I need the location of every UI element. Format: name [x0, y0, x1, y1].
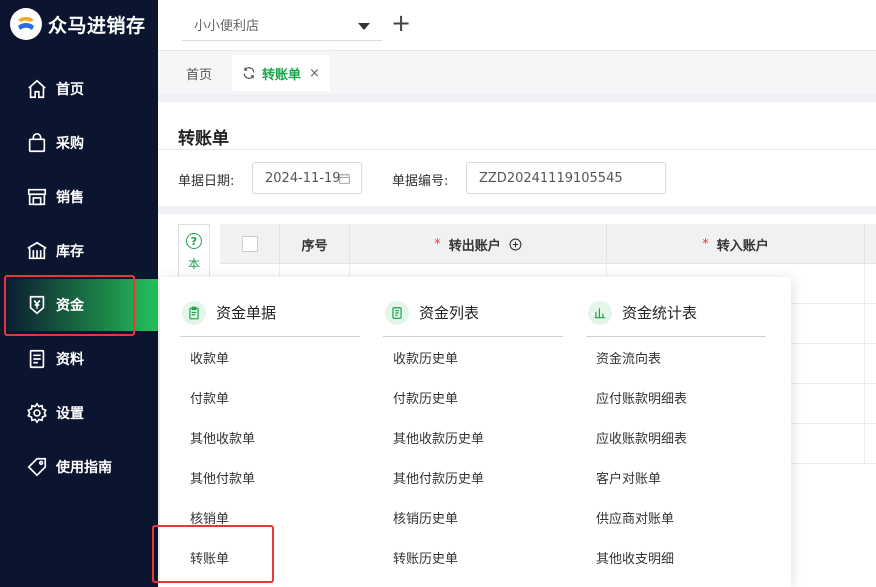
- store-icon: [27, 188, 47, 206]
- caret-down-icon: [358, 23, 370, 30]
- top-bar: 小小便利店 +: [158, 0, 876, 50]
- number-value: ZZD20241119105545: [479, 170, 623, 186]
- sidebar-item-sales[interactable]: 销售: [0, 171, 158, 223]
- sidebar-item-label: 销售: [56, 190, 84, 206]
- number-label: 单据编号:: [392, 174, 449, 189]
- list-icon: [385, 300, 409, 325]
- sidebar-item-label: 设置: [56, 406, 84, 422]
- header-select-all: [220, 224, 280, 264]
- menu-column-documents: 资金单据 收款单 付款单 其他收款单 其他付款单 核销单 转账单: [180, 299, 360, 577]
- header-label: 转出账户: [448, 238, 501, 254]
- sidebar-item-label: 资金: [56, 298, 84, 314]
- gear-icon: [27, 402, 47, 424]
- menu-item-customer-statement[interactable]: 客户对账单: [586, 457, 766, 497]
- menu-column-header: 资金单据: [180, 299, 360, 337]
- logo-mark-icon: [10, 8, 42, 40]
- sidebar-item-label: 采购: [56, 136, 84, 152]
- sidebar-item-purchase[interactable]: 采购: [0, 117, 158, 169]
- menu-item-other-receipt[interactable]: 其他收款单: [180, 417, 360, 457]
- page-title: 转账单: [178, 129, 229, 149]
- tag-icon: [27, 457, 47, 477]
- menu-item-writeoff-history[interactable]: 核销历史单: [383, 497, 563, 537]
- menu-column-statistics: 资金统计表 资金流向表 应付账款明细表 应收账款明细表 客户对账单 供应商对账单…: [586, 299, 766, 577]
- help-text: 本: [187, 257, 200, 271]
- sidebar: 众马进销存 首页 采购 销售 库存 资金 资料 设置 使用指南: [0, 0, 158, 587]
- menu-item-other-payment-history[interactable]: 其他付款历史单: [383, 457, 563, 497]
- menu-item-other-payment[interactable]: 其他付款单: [180, 457, 360, 497]
- menu-column-title: 资金统计表: [622, 304, 698, 322]
- menu-item-payment-history[interactable]: 付款历史单: [383, 377, 563, 417]
- date-field[interactable]: 2024-11-19: [252, 162, 362, 194]
- date-label: 单据日期:: [178, 174, 235, 189]
- header-label: 序号: [301, 238, 328, 254]
- select-all-checkbox[interactable]: [241, 236, 258, 252]
- shopping-bag-icon: [28, 133, 46, 153]
- sidebar-item-label: 库存: [56, 244, 84, 260]
- sidebar-item-label: 资料: [56, 352, 84, 368]
- warehouse-icon: [27, 241, 47, 260]
- help-cell[interactable]: ? 本: [178, 224, 210, 284]
- home-icon: [28, 79, 46, 99]
- sidebar-item-home[interactable]: 首页: [0, 63, 158, 115]
- required-mark: *: [702, 236, 709, 252]
- menu-column-header: 资金列表: [383, 299, 563, 337]
- close-tab-icon[interactable]: ×: [309, 66, 320, 81]
- bar-chart-icon: [588, 300, 612, 325]
- calendar-icon: [339, 173, 350, 184]
- app-logo[interactable]: 众马进销存: [10, 6, 146, 42]
- menu-column-header: 资金统计表: [586, 299, 766, 337]
- sidebar-item-guide[interactable]: 使用指南: [0, 441, 158, 493]
- logo-text: 众马进销存: [48, 14, 146, 37]
- sidebar-item-label: 使用指南: [56, 460, 112, 476]
- sidebar-item-data[interactable]: 资料: [0, 333, 158, 385]
- menu-item-other-income-expense[interactable]: 其他收支明细: [586, 537, 766, 577]
- divider: [158, 149, 876, 150]
- refresh-icon[interactable]: [242, 66, 256, 80]
- menu-item-transfer-history[interactable]: 转账历史单: [383, 537, 563, 577]
- header-to-account: * 转入账户: [607, 224, 865, 264]
- help-icon: ?: [186, 233, 202, 249]
- number-field[interactable]: ZZD20241119105545: [466, 162, 666, 194]
- menu-item-transfer[interactable]: 转账单: [180, 537, 360, 577]
- tab-bar: 首页 转账单 ×: [158, 50, 876, 94]
- funds-menu: 资金单据 收款单 付款单 其他收款单 其他付款单 核销单 转账单 资金列表 收款…: [160, 277, 791, 587]
- header-label: 转入账户: [716, 238, 769, 254]
- sidebar-item-label: 首页: [56, 82, 84, 98]
- menu-item-receipt[interactable]: 收款单: [180, 337, 360, 377]
- store-select[interactable]: 小小便利店: [182, 8, 382, 41]
- header-from-account: * 转出账户: [350, 224, 607, 264]
- menu-item-payables-detail[interactable]: 应付账款明细表: [586, 377, 766, 417]
- menu-item-receivables-detail[interactable]: 应收账款明细表: [586, 417, 766, 457]
- menu-column-title: 资金列表: [419, 304, 480, 322]
- menu-item-supplier-statement[interactable]: 供应商对账单: [586, 497, 766, 537]
- tab-home[interactable]: 首页: [172, 55, 226, 91]
- sidebar-item-settings[interactable]: 设置: [0, 387, 158, 439]
- header-overflow: [865, 224, 876, 264]
- header-index: 序号: [280, 224, 350, 264]
- add-circle-icon[interactable]: [509, 238, 522, 251]
- document-icon: [29, 349, 45, 369]
- tab-label: 转账单: [262, 67, 302, 83]
- yen-shield-icon: [29, 295, 45, 315]
- clipboard-icon: [182, 300, 206, 325]
- date-value: 2024-11-19: [265, 170, 341, 186]
- tab-label: 首页: [186, 67, 213, 83]
- add-store-button[interactable]: +: [390, 11, 412, 35]
- form-card: 转账单 单据日期: 2024-11-19 单据编号: ZZD2024111910…: [158, 102, 876, 206]
- menu-item-fund-flow[interactable]: 资金流向表: [586, 337, 766, 377]
- sidebar-item-inventory[interactable]: 库存: [0, 225, 158, 277]
- store-select-value: 小小便利店: [194, 18, 260, 34]
- required-mark: *: [434, 236, 441, 252]
- menu-item-writeoff[interactable]: 核销单: [180, 497, 360, 537]
- menu-item-payment[interactable]: 付款单: [180, 377, 360, 417]
- grid-header: 序号 * 转出账户 * 转入账户: [220, 224, 876, 264]
- menu-column-lists: 资金列表 收款历史单 付款历史单 其他收款历史单 其他付款历史单 核销历史单 转…: [383, 299, 563, 577]
- sidebar-item-funds[interactable]: 资金: [0, 279, 158, 331]
- menu-column-title: 资金单据: [216, 304, 277, 322]
- menu-item-other-receipt-history[interactable]: 其他收款历史单: [383, 417, 563, 457]
- tab-transfer[interactable]: 转账单 ×: [232, 55, 330, 91]
- menu-item-receipt-history[interactable]: 收款历史单: [383, 337, 563, 377]
